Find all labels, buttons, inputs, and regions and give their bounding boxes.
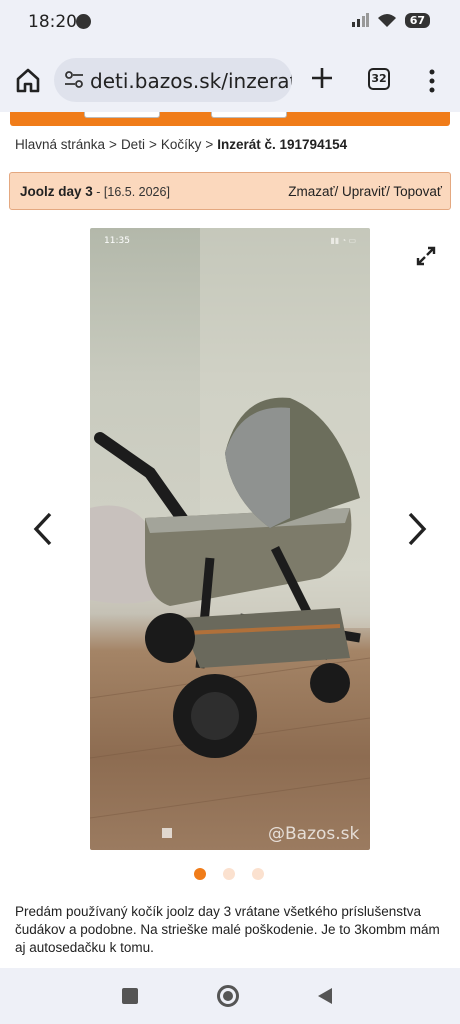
ad-date-prefix: - bbox=[92, 185, 104, 199]
status-icons: 67 bbox=[351, 12, 430, 28]
chevron-left-icon[interactable] bbox=[28, 510, 58, 548]
carousel-dot[interactable] bbox=[194, 868, 206, 880]
home-icon[interactable] bbox=[12, 64, 44, 96]
signal-icon bbox=[351, 13, 369, 27]
messenger-icon bbox=[76, 14, 91, 29]
site-settings-icon[interactable] bbox=[64, 71, 84, 89]
battery-icon: 67 bbox=[404, 12, 430, 28]
ad-header: Joolz day 3 - [16.5. 2026] Zmazať/ Uprav… bbox=[9, 172, 451, 210]
carousel-dot[interactable] bbox=[252, 868, 264, 880]
carousel-dot[interactable] bbox=[223, 868, 235, 880]
carousel-dots bbox=[194, 868, 264, 880]
address-bar[interactable]: deti.bazos.sk/inzerat/1 bbox=[54, 58, 292, 102]
breadcrumb-home[interactable]: Hlavná stránka bbox=[15, 137, 105, 152]
fullscreen-icon[interactable] bbox=[414, 244, 438, 268]
promote-link[interactable]: Topovať bbox=[393, 184, 442, 199]
stroller-illustration bbox=[90, 228, 370, 819]
status-bar: 18:20 67 bbox=[0, 0, 460, 46]
system-navbar bbox=[0, 968, 460, 1024]
breadcrumb: Hlavná stránka > Deti > Kočíky > Inzerát č. 19… bbox=[15, 137, 347, 152]
back-icon[interactable] bbox=[316, 986, 334, 1006]
url-text[interactable]: deti.bazos.sk/inzerat/1 bbox=[90, 69, 292, 93]
status-time: 18:20 bbox=[28, 12, 77, 32]
chevron-right-icon[interactable] bbox=[402, 510, 432, 548]
menu-icon[interactable] bbox=[424, 68, 440, 94]
breadcrumb-current: Inzerát č. 191794154 bbox=[217, 137, 348, 152]
recents-icon[interactable] bbox=[122, 988, 138, 1004]
ad-actions: Zmazať/ Upraviť/ Topovať bbox=[288, 184, 442, 199]
tabs-button[interactable]: 32 bbox=[368, 68, 390, 90]
ad-title: Joolz day 3 bbox=[20, 184, 93, 199]
header-tab[interactable] bbox=[84, 112, 160, 118]
ad-title-wrap: Joolz day 3 - [16.5. 2026] bbox=[20, 184, 170, 199]
photo-inner-square bbox=[162, 828, 172, 838]
home-nav-icon[interactable] bbox=[217, 985, 239, 1007]
breadcrumb-kociky[interactable]: Kočíky bbox=[161, 137, 202, 152]
ad-date: [16.5. 2026] bbox=[103, 185, 170, 199]
breadcrumb-separator: > bbox=[148, 137, 157, 152]
photo-watermark: @Bazos.sk bbox=[268, 824, 360, 844]
browser-toolbar: deti.bazos.sk/inzerat/1 32 bbox=[0, 46, 460, 112]
wifi-icon bbox=[377, 14, 396, 27]
breadcrumb-separator: > bbox=[109, 137, 117, 152]
breadcrumb-deti[interactable]: Deti bbox=[121, 137, 145, 152]
new-tab-icon[interactable] bbox=[308, 64, 336, 92]
ad-photo[interactable]: 11:35 ▮▮ ◔ ▭ @Bazos.sk bbox=[90, 228, 370, 850]
delete-link[interactable]: Zmazať/ bbox=[288, 184, 338, 199]
edit-link[interactable]: Upraviť/ bbox=[342, 184, 390, 199]
ad-description: Predám používaný kočík joolz day 3 vráta… bbox=[15, 904, 440, 955]
breadcrumb-separator: > bbox=[205, 137, 214, 152]
header-tab[interactable] bbox=[211, 112, 287, 118]
